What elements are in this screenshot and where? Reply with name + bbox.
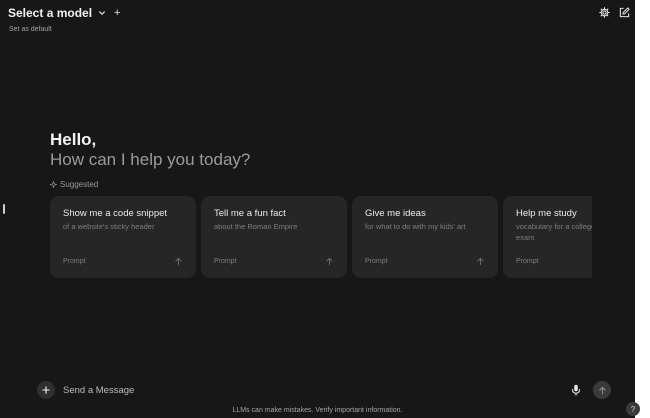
card-footer-label: Prompt [516,258,539,265]
suggested-header: Suggested [50,180,98,189]
arrow-up-icon [477,257,484,266]
suggestion-card[interactable]: Show me a code snippet of a website's st… [50,196,196,278]
microphone-icon[interactable] [571,384,581,396]
disclaimer-text: LLMs can make mistakes. Verify important… [232,407,403,414]
card-subtitle: for what to do with my kids' art [365,222,466,231]
top-right-actions [599,7,630,18]
suggestion-card[interactable]: Help me study vocabulary for a college e… [503,196,592,278]
card-subtitle: vocabulary for a college entrance exam [516,222,592,242]
edit-icon[interactable] [619,7,630,18]
suggested-label: Suggested [60,180,99,189]
chevron-down-icon[interactable] [98,9,106,17]
card-footer: Prompt [214,257,334,266]
card-subtitle: about the Roman Empire [214,222,298,231]
suggestion-card[interactable]: Give me ideas for what to do with my kid… [352,196,498,278]
card-footer-label: Prompt [214,258,237,265]
message-composer [33,375,611,405]
card-title: Show me a code snippet [63,208,168,219]
arrow-up-icon [598,386,606,394]
card-footer-label: Prompt [365,258,388,265]
attach-button[interactable] [37,381,55,399]
arrow-up-icon [326,257,333,266]
card-footer-label: Prompt [63,258,86,265]
card-title: Tell me a fun fact [214,208,286,219]
model-selector-row: Select a model + [8,6,630,20]
greeting-block: Hello, How can I help you today? [50,130,250,170]
greeting-title: Hello, [50,130,97,149]
card-title: Help me study [516,208,577,219]
card-subtitle: of a website's sticky header [63,222,155,231]
top-bar: Select a model + Set as default [8,6,630,36]
send-button[interactable] [593,381,611,399]
add-model-button[interactable]: + [114,7,120,19]
gear-icon[interactable] [599,7,610,18]
message-input[interactable] [63,384,571,396]
plus-icon [42,386,50,394]
sidebar-toggle-handle[interactable] [3,204,5,214]
card-footer: Prompt [516,257,592,266]
card-title: Give me ideas [365,208,426,219]
suggestion-card[interactable]: Tell me a fun fact about the Roman Empir… [201,196,347,278]
card-footer: Prompt [63,257,183,266]
set-as-default-link[interactable]: Set as default [9,26,630,33]
arrow-up-icon [175,257,182,266]
sparkle-icon [50,181,57,188]
card-footer: Prompt [365,257,485,266]
model-selector-button[interactable]: Select a model [8,6,92,20]
suggestion-cards: Show me a code snippet of a website's st… [50,196,592,278]
help-button[interactable]: ? [626,402,640,416]
greeting-subtitle: How can I help you today? [50,150,251,169]
window-edge [635,0,650,418]
